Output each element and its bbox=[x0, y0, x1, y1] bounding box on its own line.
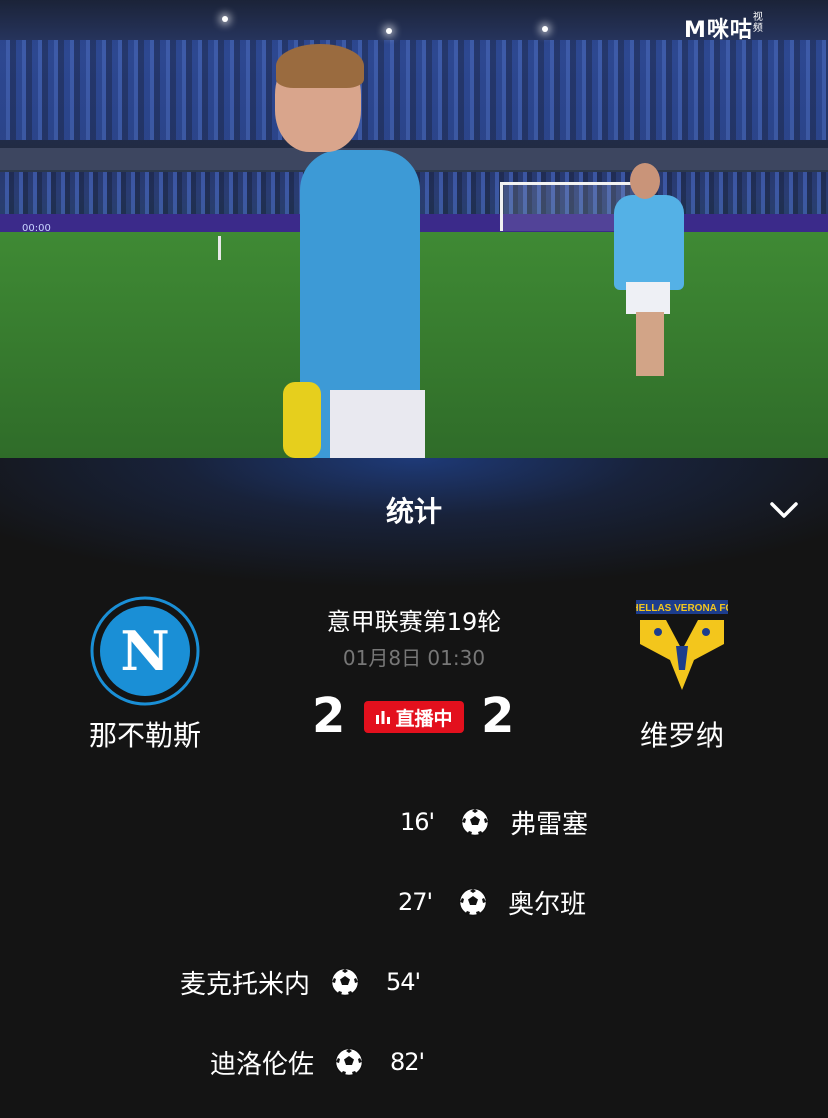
stats-panel: 统计 N 那不勒斯 意甲联赛第19轮 01月8日 01:30 2 直播中 2 H… bbox=[0, 458, 828, 1118]
player-foreground-hair bbox=[276, 44, 364, 88]
home-score: 2 bbox=[312, 688, 346, 744]
stadium-banner bbox=[0, 148, 828, 170]
panel-title: 统计 bbox=[385, 495, 442, 528]
player-background bbox=[614, 195, 684, 290]
player-background-shorts bbox=[626, 282, 670, 314]
video-player[interactable]: 00:00 M咪咕视频 bbox=[0, 0, 828, 458]
live-status-label: 直播中 bbox=[395, 707, 453, 730]
stadium-light bbox=[386, 28, 392, 34]
migu-watermark: M咪咕视频 bbox=[684, 12, 765, 44]
event-player: 弗雷塞 bbox=[510, 809, 589, 840]
player-foreground-shorts bbox=[330, 390, 425, 458]
goal-event: 麦克托米内 54' bbox=[180, 964, 421, 1000]
goal-event: 迪洛伦佐 82' bbox=[210, 1044, 425, 1080]
stadium-stands-upper bbox=[0, 40, 828, 140]
verona-logo-icon: HELLAS VERONA FC bbox=[631, 600, 733, 690]
event-minute: 27' bbox=[398, 888, 433, 916]
goal-event: 27' 奥尔班 bbox=[398, 884, 586, 920]
event-minute: 16' bbox=[400, 808, 435, 836]
football-icon bbox=[330, 967, 360, 997]
football-icon bbox=[460, 807, 490, 837]
player-background-head bbox=[630, 163, 660, 199]
home-team-name: 那不勒斯 bbox=[88, 719, 201, 752]
stadium-light bbox=[222, 16, 228, 22]
event-player: 迪洛伦佐 bbox=[210, 1049, 315, 1080]
collapse-button[interactable] bbox=[764, 494, 804, 526]
signal-bars-icon bbox=[376, 711, 391, 724]
away-team-name: 维罗纳 bbox=[639, 719, 724, 752]
away-score: 2 bbox=[481, 688, 515, 744]
player-background-legs bbox=[636, 312, 664, 376]
football-icon bbox=[458, 887, 488, 917]
goal-event: 16' 弗雷塞 bbox=[400, 804, 588, 840]
event-minute: 82' bbox=[390, 1048, 425, 1076]
live-badge[interactable]: 直播中 bbox=[364, 701, 464, 733]
chevron-down-icon bbox=[770, 502, 798, 518]
watermark-brand: M咪咕 bbox=[684, 18, 753, 43]
watermark-sub: 视频 bbox=[752, 12, 764, 34]
event-player: 奥尔班 bbox=[508, 889, 587, 920]
yellow-glove bbox=[283, 382, 321, 458]
away-team-logo[interactable]: HELLAS VERONA FC bbox=[631, 600, 733, 692]
event-player: 麦克托米内 bbox=[180, 969, 311, 1000]
pitch-line bbox=[218, 236, 221, 260]
stadium-light bbox=[542, 26, 548, 32]
event-minute: 54' bbox=[386, 968, 421, 996]
football-icon bbox=[334, 1047, 364, 1077]
away-logo-text: HELLAS VERONA FC bbox=[636, 603, 728, 614]
